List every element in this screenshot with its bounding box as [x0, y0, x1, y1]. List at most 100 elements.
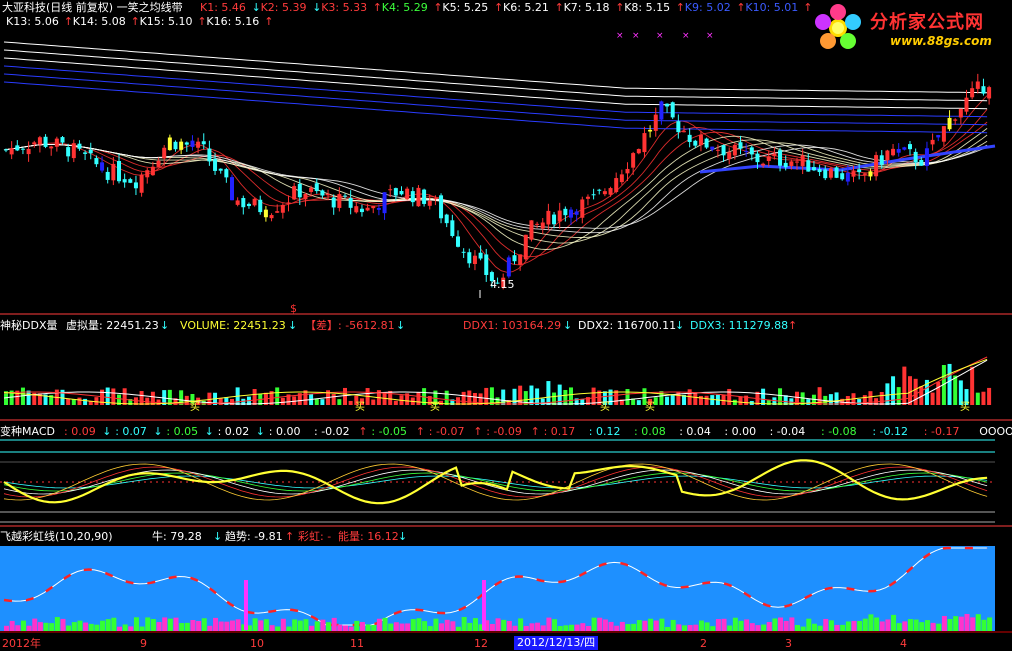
candle-body [529, 220, 534, 240]
candle-body [958, 108, 963, 118]
candle-body [648, 129, 653, 132]
candle-body [37, 137, 42, 145]
energy-bar [857, 620, 863, 631]
candle-body [625, 168, 630, 174]
candle-body [902, 147, 907, 150]
candle-body [602, 191, 607, 195]
energy-bar [326, 622, 332, 631]
candle-body [331, 197, 336, 208]
volume-bar [150, 391, 155, 405]
x-axis-tick-label: 4 [900, 637, 907, 650]
candle-body [874, 155, 879, 177]
candle-body [326, 193, 331, 196]
energy-bar [987, 617, 993, 631]
candle-body [795, 161, 799, 163]
energy-bar [207, 625, 213, 631]
energy-bar [280, 618, 286, 631]
candle-body [715, 149, 720, 151]
candle-body [800, 155, 805, 167]
candle-body [766, 156, 771, 162]
energy-bar [851, 620, 857, 631]
candle-body [619, 174, 624, 183]
candle-body [196, 141, 201, 148]
energy-bar [371, 624, 377, 631]
candle-body [947, 117, 952, 130]
candle-body [941, 126, 946, 142]
x-axis-tick-label: 10 [250, 637, 264, 650]
candle-body [309, 187, 314, 192]
stock-chart-canvas[interactable]: 4.15 $ × × × × × 买 买 买 买 买 买 [0, 0, 1012, 651]
candle-body [94, 158, 99, 165]
candle-body [574, 211, 579, 215]
candle-body [179, 141, 184, 150]
energy-bar [710, 626, 716, 631]
energy-bar [224, 621, 230, 631]
energy-bar [682, 625, 687, 631]
volume-bar [489, 387, 494, 405]
energy-bar [450, 621, 456, 631]
energy-bar [190, 620, 196, 631]
candle-body [608, 188, 613, 195]
candle-body [133, 182, 138, 189]
candle-body [128, 179, 133, 183]
candle-body [235, 200, 240, 205]
candle-body [721, 145, 726, 156]
x-axis-tick-label: 2 [700, 637, 707, 650]
volume-bar [83, 398, 88, 405]
candle-body [343, 195, 347, 197]
candle-body [484, 254, 489, 275]
candle-body [337, 194, 342, 208]
candle-body [461, 251, 466, 253]
energy-bar [631, 623, 637, 631]
energy-bar [32, 618, 38, 631]
candle-body [642, 133, 647, 153]
candle-body [614, 178, 619, 193]
energy-bar [337, 624, 343, 631]
volume-bar [94, 397, 99, 405]
candle-body [399, 191, 404, 195]
volume-bar [461, 391, 466, 405]
candle-body [376, 208, 381, 210]
energy-bar [602, 619, 608, 631]
candle-body [365, 207, 370, 211]
candle-body [755, 153, 760, 163]
energy-bar [49, 623, 55, 631]
x-axis-tick-label: 12 [474, 637, 488, 650]
energy-bar [597, 617, 603, 631]
volume-bar [546, 381, 551, 405]
candle-body [789, 161, 794, 166]
energy-bar [145, 617, 151, 631]
volume-bar [953, 375, 958, 405]
energy-bar [292, 619, 298, 631]
energy-bar [303, 619, 309, 631]
low-price-label: 4.15 [490, 278, 515, 291]
candle-body [478, 252, 483, 259]
energy-bar [574, 624, 580, 631]
energy-bar [343, 625, 348, 631]
volume-bar [665, 396, 670, 405]
energy-bar [309, 625, 315, 631]
x-axis-tick-label: 9 [140, 637, 147, 650]
energy-bar [585, 625, 591, 631]
energy-bar [800, 626, 806, 631]
candle-body [936, 135, 941, 138]
energy-bar [862, 618, 868, 631]
energy-bar [162, 617, 168, 631]
volume-bar [535, 388, 540, 405]
energy-bar [213, 617, 219, 631]
energy-bar [263, 619, 269, 631]
volume-bar [343, 387, 347, 405]
energy-bar [591, 617, 597, 631]
energy-bar [665, 626, 671, 631]
energy-bar [9, 620, 15, 631]
candle-body [162, 147, 167, 159]
candle-body [563, 208, 568, 216]
volume-bar [908, 376, 912, 405]
candle-body [868, 171, 873, 177]
candle-body [631, 153, 636, 168]
energy-bar [122, 624, 128, 631]
volume-bar [77, 397, 82, 405]
volume-bar [218, 398, 223, 405]
energy-bar [286, 626, 292, 631]
candle-body [981, 86, 986, 94]
